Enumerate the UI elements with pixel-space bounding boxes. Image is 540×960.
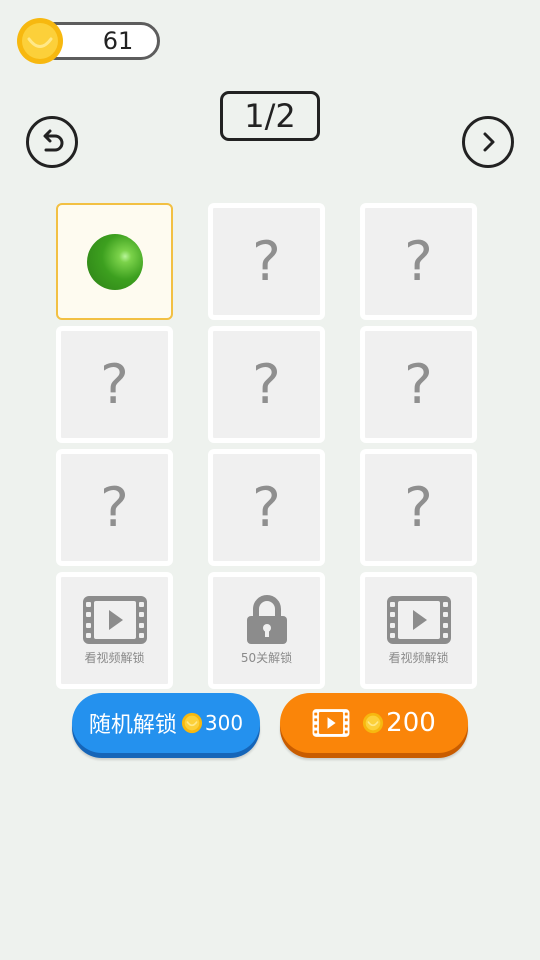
back-button[interactable] <box>26 116 78 168</box>
question-mark: ? <box>100 475 129 539</box>
video-unlock-label: 看视频解锁 <box>84 651 145 665</box>
video-unlock-label: 看视频解锁 <box>388 651 449 665</box>
skin-cell-locked[interactable]: ? <box>360 449 477 566</box>
coin-balance: 61 <box>102 27 134 55</box>
page-indicator: 1/2 <box>220 91 320 141</box>
random-unlock-button[interactable]: 随机解锁 300 <box>72 693 260 753</box>
skin-cell-locked[interactable]: ? <box>56 326 173 443</box>
next-page-button[interactable] <box>462 116 514 168</box>
chevron-right-icon <box>483 132 495 152</box>
film-video-icon <box>82 596 147 644</box>
skin-cell-locked[interactable]: ? <box>56 449 173 566</box>
question-mark: ? <box>252 475 281 539</box>
question-mark: ? <box>252 352 281 416</box>
video-unlock-cost: 200 <box>386 708 436 738</box>
green-ball-skin <box>86 233 143 290</box>
skin-cell-locked[interactable]: ? <box>208 326 325 443</box>
skin-cell-locked[interactable]: ? <box>360 326 477 443</box>
undo-arrow-icon <box>43 129 64 152</box>
question-mark: ? <box>404 229 433 293</box>
level-unlock-label: 50关解锁 <box>240 651 293 665</box>
skin-cell-locked[interactable]: ? <box>208 449 325 566</box>
random-unlock-cost: 300 <box>204 711 244 735</box>
random-unlock-label: 随机解锁 <box>88 713 177 738</box>
skin-cell-video-unlock[interactable]: 看视频解锁 <box>360 572 477 689</box>
skin-cell-selected[interactable] <box>56 203 173 320</box>
skin-cell-level-lock[interactable]: 50关解锁 <box>208 572 325 689</box>
skin-cell-locked[interactable]: ? <box>208 203 325 320</box>
film-video-icon <box>386 596 451 644</box>
skin-cell-locked[interactable]: ? <box>360 203 477 320</box>
question-mark: ? <box>404 475 433 539</box>
coin-icon <box>363 712 384 734</box>
question-mark: ? <box>404 352 433 416</box>
question-mark: ? <box>100 352 129 416</box>
coin-icon <box>17 18 63 64</box>
skin-grid: ? ? ? ? ? ? ? ? 看视频解锁 50关解锁 看视频解锁 <box>56 203 478 689</box>
coin-icon <box>181 712 202 734</box>
film-video-icon <box>312 709 350 737</box>
video-unlock-button[interactable]: 200 <box>280 693 468 753</box>
padlock-icon <box>246 595 287 644</box>
question-mark: ? <box>252 229 281 293</box>
skin-cell-video-unlock[interactable]: 看视频解锁 <box>56 572 173 689</box>
